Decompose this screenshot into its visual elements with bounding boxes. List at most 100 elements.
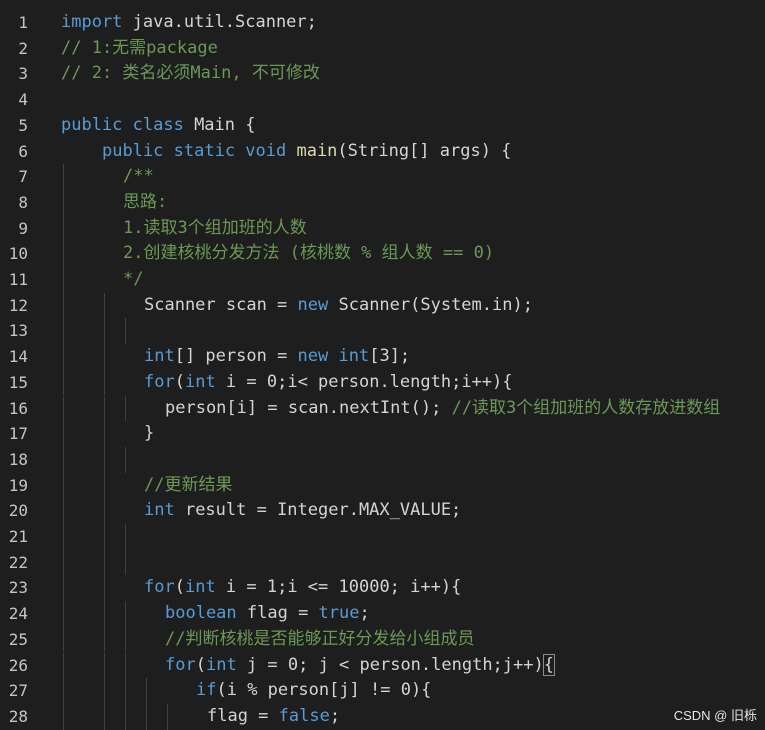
code-line[interactable]: 13 — [0, 318, 765, 345]
code-text: 2.创建核桃分发方法 (核桃数 % 组人数 == 0) — [123, 241, 494, 267]
code-line[interactable]: 5 public class Main { — [0, 113, 765, 139]
code-line[interactable]: 17} — [0, 421, 765, 447]
indent-guide — [104, 292, 105, 319]
indent-guide — [125, 626, 126, 653]
code-line[interactable]: 3 // 2: 类名必须Main, 不可修改 — [0, 61, 765, 87]
code-text: for(int j = 0; j < person.length;j++){ — [165, 653, 556, 679]
line-number: 12 — [8, 295, 28, 315]
indent-guide — [104, 395, 105, 422]
code-token: boolean — [165, 603, 237, 624]
code-line[interactable]: 12 Scanner scan = new Scanner(System.in); — [0, 292, 765, 319]
indent-guide — [167, 703, 168, 730]
code-token: import — [61, 12, 123, 32]
code-token: for — [144, 577, 175, 598]
line-number: 18 — [8, 449, 28, 469]
indent-guide — [63, 164, 64, 190]
code-line[interactable]: 21 — [0, 524, 765, 550]
code-token: for — [165, 654, 196, 675]
code-token: flag = — [207, 705, 279, 726]
code-line[interactable]: 19 //更新结果 — [0, 472, 765, 499]
indent-guide — [125, 318, 126, 345]
code-line[interactable]: 18 — [0, 446, 765, 473]
line-number: 8 — [18, 192, 28, 212]
code-token: int — [205, 654, 237, 675]
code-line[interactable]: 11 */ — [0, 267, 765, 293]
line-number: 27 — [8, 681, 28, 701]
indent-guide — [63, 421, 64, 447]
indent-guide — [63, 344, 64, 370]
code-text: import java.util.Scanner; — [61, 10, 317, 36]
code-token: //判断核桃是否能够正好分发给小组成员 — [165, 628, 475, 649]
code-line[interactable]: 8 思路: — [0, 189, 765, 216]
line-number: 25 — [8, 629, 28, 649]
code-token: Scanner(System.in); — [328, 294, 533, 315]
code-line[interactable]: 23 for(int i = 1;i <= 10000; i++){ — [0, 575, 765, 602]
code-line[interactable]: 26 for(int j = 0; j < person.length;j++){ — [0, 652, 765, 679]
indent-guide — [125, 395, 126, 422]
code-text: Scanner scan = new Scanner(System.in); — [144, 293, 533, 319]
code-line[interactable]: 24 boolean flag = true; — [0, 601, 765, 627]
code-token: flag = — [236, 603, 319, 624]
indent-guide — [63, 318, 64, 345]
indent-guide — [63, 241, 64, 267]
code-line[interactable]: 16 person[i] = scan.nextInt(); //读取3个组加班的… — [0, 395, 765, 422]
indent-guide — [104, 703, 105, 730]
code-token: j = 0; j < person.length;j++) — [236, 654, 544, 675]
indent-guide — [63, 472, 64, 499]
code-token: if — [196, 680, 217, 701]
code-line[interactable]: 9 1.读取3个组加班的人数 — [0, 215, 765, 242]
line-number: 3 — [18, 64, 28, 84]
code-token: ( — [195, 654, 206, 675]
code-line[interactable]: 1 import java.util.Scanner; — [0, 10, 765, 36]
code-line[interactable]: 4 — [0, 87, 765, 113]
code-token: int — [144, 500, 175, 521]
indent-guide — [63, 369, 64, 396]
watermark: CSDN @ 旧栎 — [673, 708, 757, 723]
indent-guide — [125, 601, 126, 627]
code-text: public static void main(String[] args) { — [102, 139, 511, 165]
code-line[interactable]: 27 if(i % person[j] != 0){ — [0, 678, 765, 704]
code-text: // 2: 类名必须Main, 不可修改 — [61, 61, 320, 87]
code-token: 1.读取3个组加班的人数 — [123, 217, 307, 238]
code-token: ( — [174, 577, 185, 598]
indent-guide — [63, 292, 64, 319]
code-line[interactable]: 22 — [0, 549, 765, 576]
line-number: 10 — [8, 244, 28, 264]
code-line[interactable]: 28 flag = false; — [0, 703, 765, 730]
code-token: int — [144, 346, 175, 367]
indent-guide — [63, 626, 64, 653]
line-number: 13 — [8, 321, 28, 341]
code-line[interactable]: 15 for(int i = 0;i< person.length;i++){ — [0, 369, 765, 396]
code-line[interactable]: 14 int[] person = new int[3]; — [0, 344, 765, 370]
code-line[interactable]: 10 2.创建核桃分发方法 (核桃数 % 组人数 == 0) — [0, 241, 765, 267]
indent-guide — [125, 652, 126, 679]
code-token: Scanner scan = — [144, 294, 298, 315]
code-text: */ — [123, 267, 143, 293]
code-token: public class — [61, 114, 184, 135]
code-token: //读取3个组加班的人数存放进数组 — [441, 397, 721, 418]
code-token: new — [297, 294, 329, 315]
code-line[interactable]: 7 /** — [0, 164, 765, 190]
code-token: } — [144, 423, 155, 444]
line-number: 15 — [8, 372, 28, 392]
code-text: 1.读取3个组加班的人数 — [123, 216, 307, 242]
code-line[interactable]: 2 // 1:无需package — [0, 36, 765, 62]
code-token: [3]; — [369, 346, 411, 367]
code-text: for(int i = 1;i <= 10000; i++){ — [144, 575, 461, 601]
indent-guide — [104, 472, 105, 499]
line-number: 9 — [18, 218, 28, 238]
code-token: 思路: — [123, 191, 168, 212]
code-line[interactable]: 20 int result = Integer.MAX_VALUE; — [0, 498, 765, 524]
code-token: person[i] = scan.nextInt(); — [165, 397, 442, 418]
code-token: ; — [359, 603, 370, 624]
code-line[interactable]: 25 //判断核桃是否能够正好分发给小组成员 — [0, 626, 765, 653]
line-number: 2 — [18, 38, 28, 58]
indent-guide — [104, 318, 105, 345]
indent-guide — [104, 524, 105, 550]
code-line[interactable]: 6 public static void main(String[] args) … — [0, 139, 765, 165]
code-editor[interactable]: 1 import java.util.Scanner; 2 // 1:无需packag… — [0, 0, 765, 730]
line-number: 16 — [8, 398, 28, 418]
line-number: 28 — [8, 706, 28, 726]
indent-guide — [63, 267, 64, 293]
code-token: result = Integer.MAX_VALUE; — [174, 500, 462, 521]
